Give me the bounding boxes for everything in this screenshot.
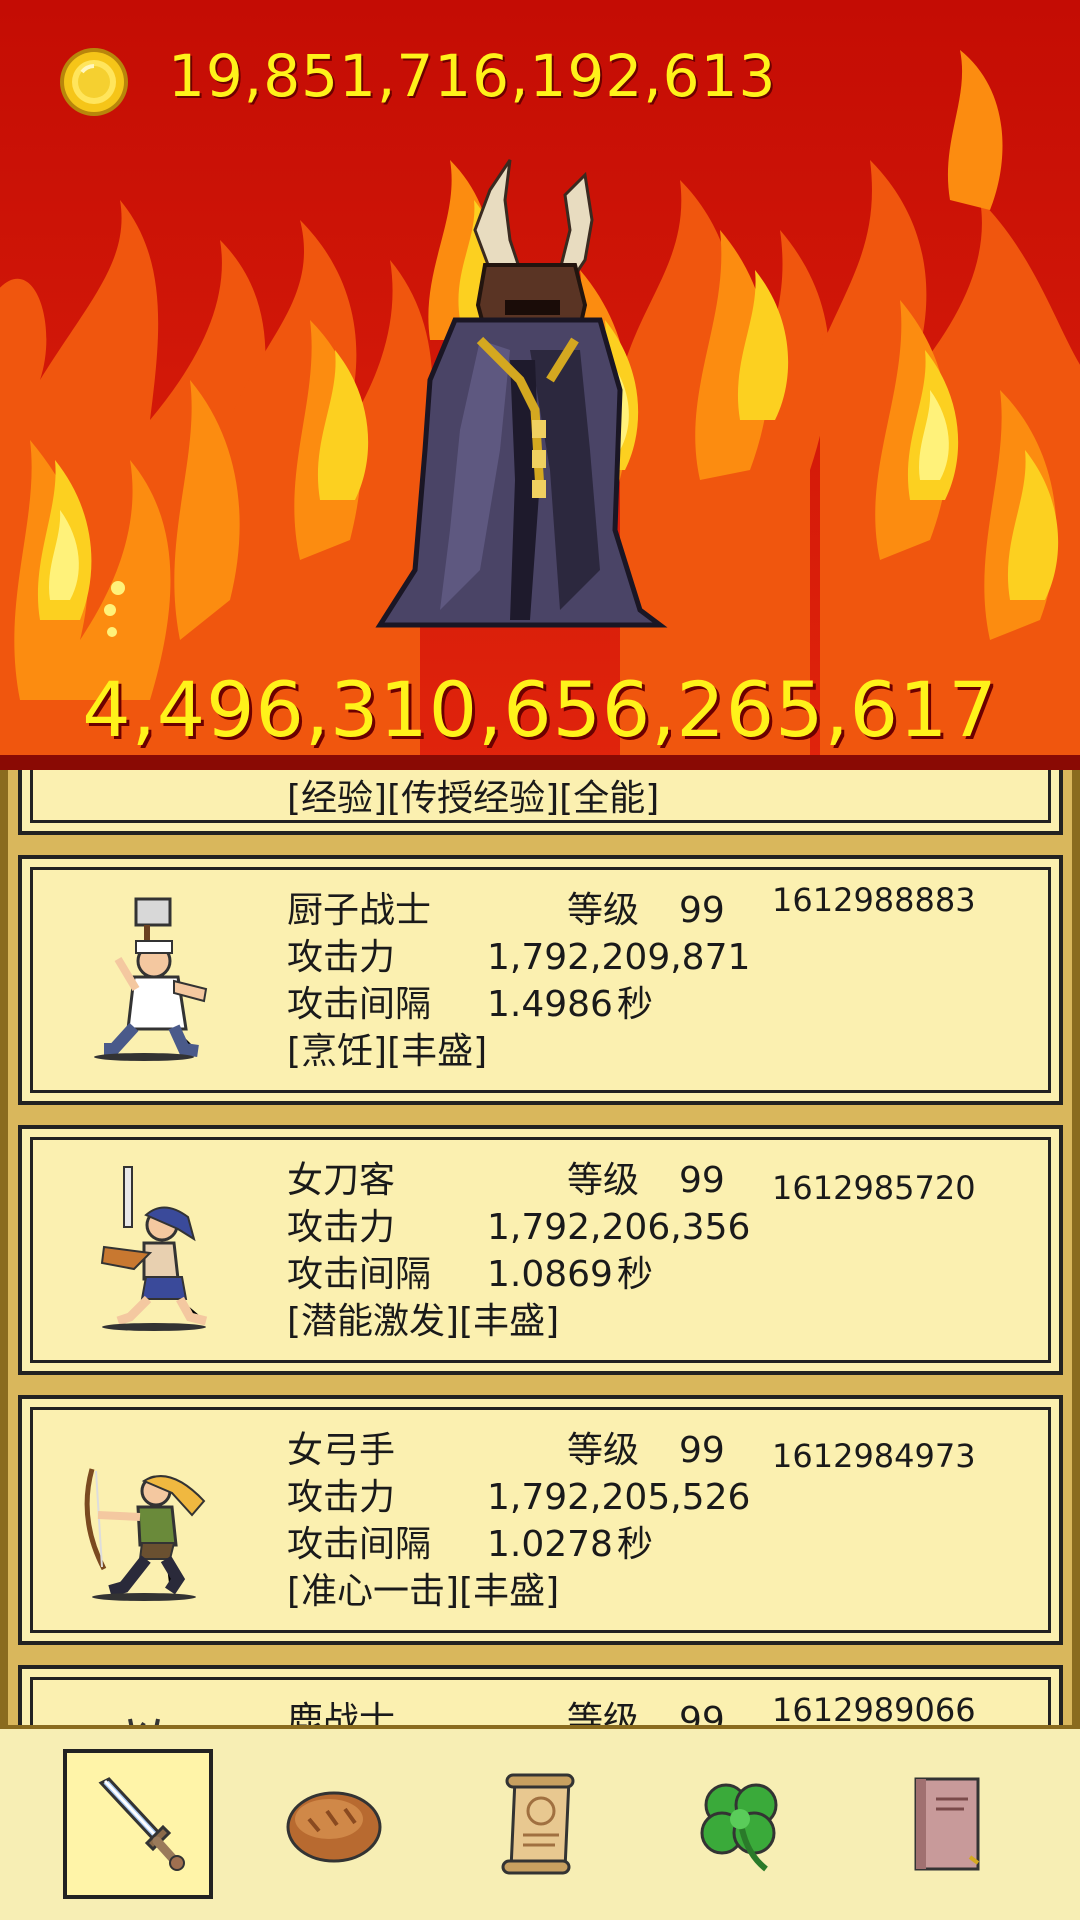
gold-amount: 19,851,716,192,613 <box>168 42 777 110</box>
interval-label: 攻击间隔 <box>287 1254 432 1295</box>
hero-traits: [烹饪][丰盛] <box>287 1031 488 1072</box>
hero-name: 女刀客 <box>287 1160 396 1201</box>
hero-card[interactable]: 女刀客 等级 99 攻击力 1,792,206,356 攻击间隔 1.0869 秒 [潜能… <box>18 1125 1063 1375</box>
level-value: 99 <box>679 890 725 931</box>
level-label: 等级 <box>567 1700 640 1725</box>
level-label: 等级 <box>567 890 640 931</box>
hero-card[interactable]: 女弓手 等级 99 攻击力 1,792,205,526 攻击间隔 1.0278 秒 [准心… <box>18 1395 1063 1645</box>
hero-stats: [经验][传授经验][全能] <box>287 775 659 822</box>
boss-hp-value: 4,496,310,656,265,617 <box>82 665 998 754</box>
clover-icon <box>700 1783 778 1872</box>
hero-name: 鹿战士 <box>287 1700 396 1725</box>
attack-label: 攻击力 <box>287 1207 396 1248</box>
nav-heroes-button[interactable] <box>63 1749 213 1899</box>
hero-card[interactable]: 鹿战士 等级 99 1612989066 <box>18 1665 1063 1725</box>
level-value: 99 <box>679 1430 725 1471</box>
hero-name: 女弓手 <box>287 1430 396 1471</box>
hero-stats: 女刀客 等级 99 攻击力 1,792,206,356 攻击间隔 1.0869 秒 [潜能… <box>287 1157 750 1345</box>
level-value: 99 <box>679 1700 725 1725</box>
level-label: 等级 <box>567 1160 640 1201</box>
interval-label: 攻击间隔 <box>287 1524 432 1565</box>
hero-stats: 鹿战士 等级 99 <box>287 1697 725 1725</box>
bread-icon <box>286 1791 382 1863</box>
interval-value: 1.4986 <box>487 984 613 1025</box>
hero-traits: [经验][传授经验][全能] <box>287 778 660 819</box>
deer-warrior-portrait <box>128 1718 160 1725</box>
attack-value: 1,792,209,871 <box>487 937 751 978</box>
hero-stats: 厨子战士 等级 99 攻击力 1,792,209,871 攻击间隔 1.4986 秒 [烹… <box>287 887 750 1075</box>
attack-label: 攻击力 <box>287 1477 396 1518</box>
bottom-nav <box>0 1725 1080 1920</box>
interval-value: 1.0869 <box>487 1254 613 1295</box>
archer-woman-portrait <box>84 1468 206 1601</box>
seconds-unit: 秒 <box>617 1254 654 1295</box>
hero-id: 1612984973 <box>772 1437 976 1475</box>
hero-name: 厨子战士 <box>287 890 432 931</box>
hero-card[interactable]: 厨子战士 等级 99 攻击力 1,792,209,871 攻击间隔 1.4986 秒 [烹… <box>18 855 1063 1105</box>
book-icon <box>914 1777 980 1871</box>
hero-id: 1612989066 <box>772 1691 976 1725</box>
scroll-icon <box>501 1773 575 1875</box>
level-value: 99 <box>679 1160 725 1201</box>
chef-warrior-portrait <box>94 897 208 1061</box>
attack-label: 攻击力 <box>287 937 396 978</box>
hero-card[interactable]: [经验][传授经验][全能] <box>18 770 1063 835</box>
horned-boss-sprite[interactable] <box>360 150 700 640</box>
hero-id: 1612988883 <box>772 881 976 919</box>
hero-id: 1612985720 <box>772 1169 976 1207</box>
attack-value: 1,792,206,356 <box>487 1207 751 1248</box>
nav-food-button[interactable] <box>259 1749 409 1899</box>
interval-value: 1.0278 <box>487 1524 613 1565</box>
gold-coin-icon <box>60 48 128 116</box>
nav-scroll-button[interactable] <box>465 1749 615 1899</box>
interval-label: 攻击间隔 <box>287 984 432 1025</box>
hero-traits: [潜能激发][丰盛] <box>287 1301 560 1342</box>
hero-list-panel[interactable]: [经验][传授经验][全能] 厨子战士 等级 99 攻击力 1,792,209,871 <box>0 770 1080 1725</box>
level-label: 等级 <box>567 1430 640 1471</box>
sword-icon <box>98 1777 185 1871</box>
swordswoman-portrait <box>100 1166 208 1331</box>
nav-luck-button[interactable] <box>666 1749 816 1899</box>
attack-value: 1,792,205,526 <box>487 1477 751 1518</box>
nav-book-button[interactable] <box>870 1749 1020 1899</box>
hero-stats: 女弓手 等级 99 攻击力 1,792,205,526 攻击间隔 1.0278 秒 [准心… <box>287 1427 750 1615</box>
seconds-unit: 秒 <box>617 1524 654 1565</box>
battle-scene[interactable]: 19,851,716,192,613 4,496,310,656,265,617 <box>0 0 1080 770</box>
seconds-unit: 秒 <box>617 984 654 1025</box>
hero-traits: [准心一击][丰盛] <box>287 1571 560 1612</box>
